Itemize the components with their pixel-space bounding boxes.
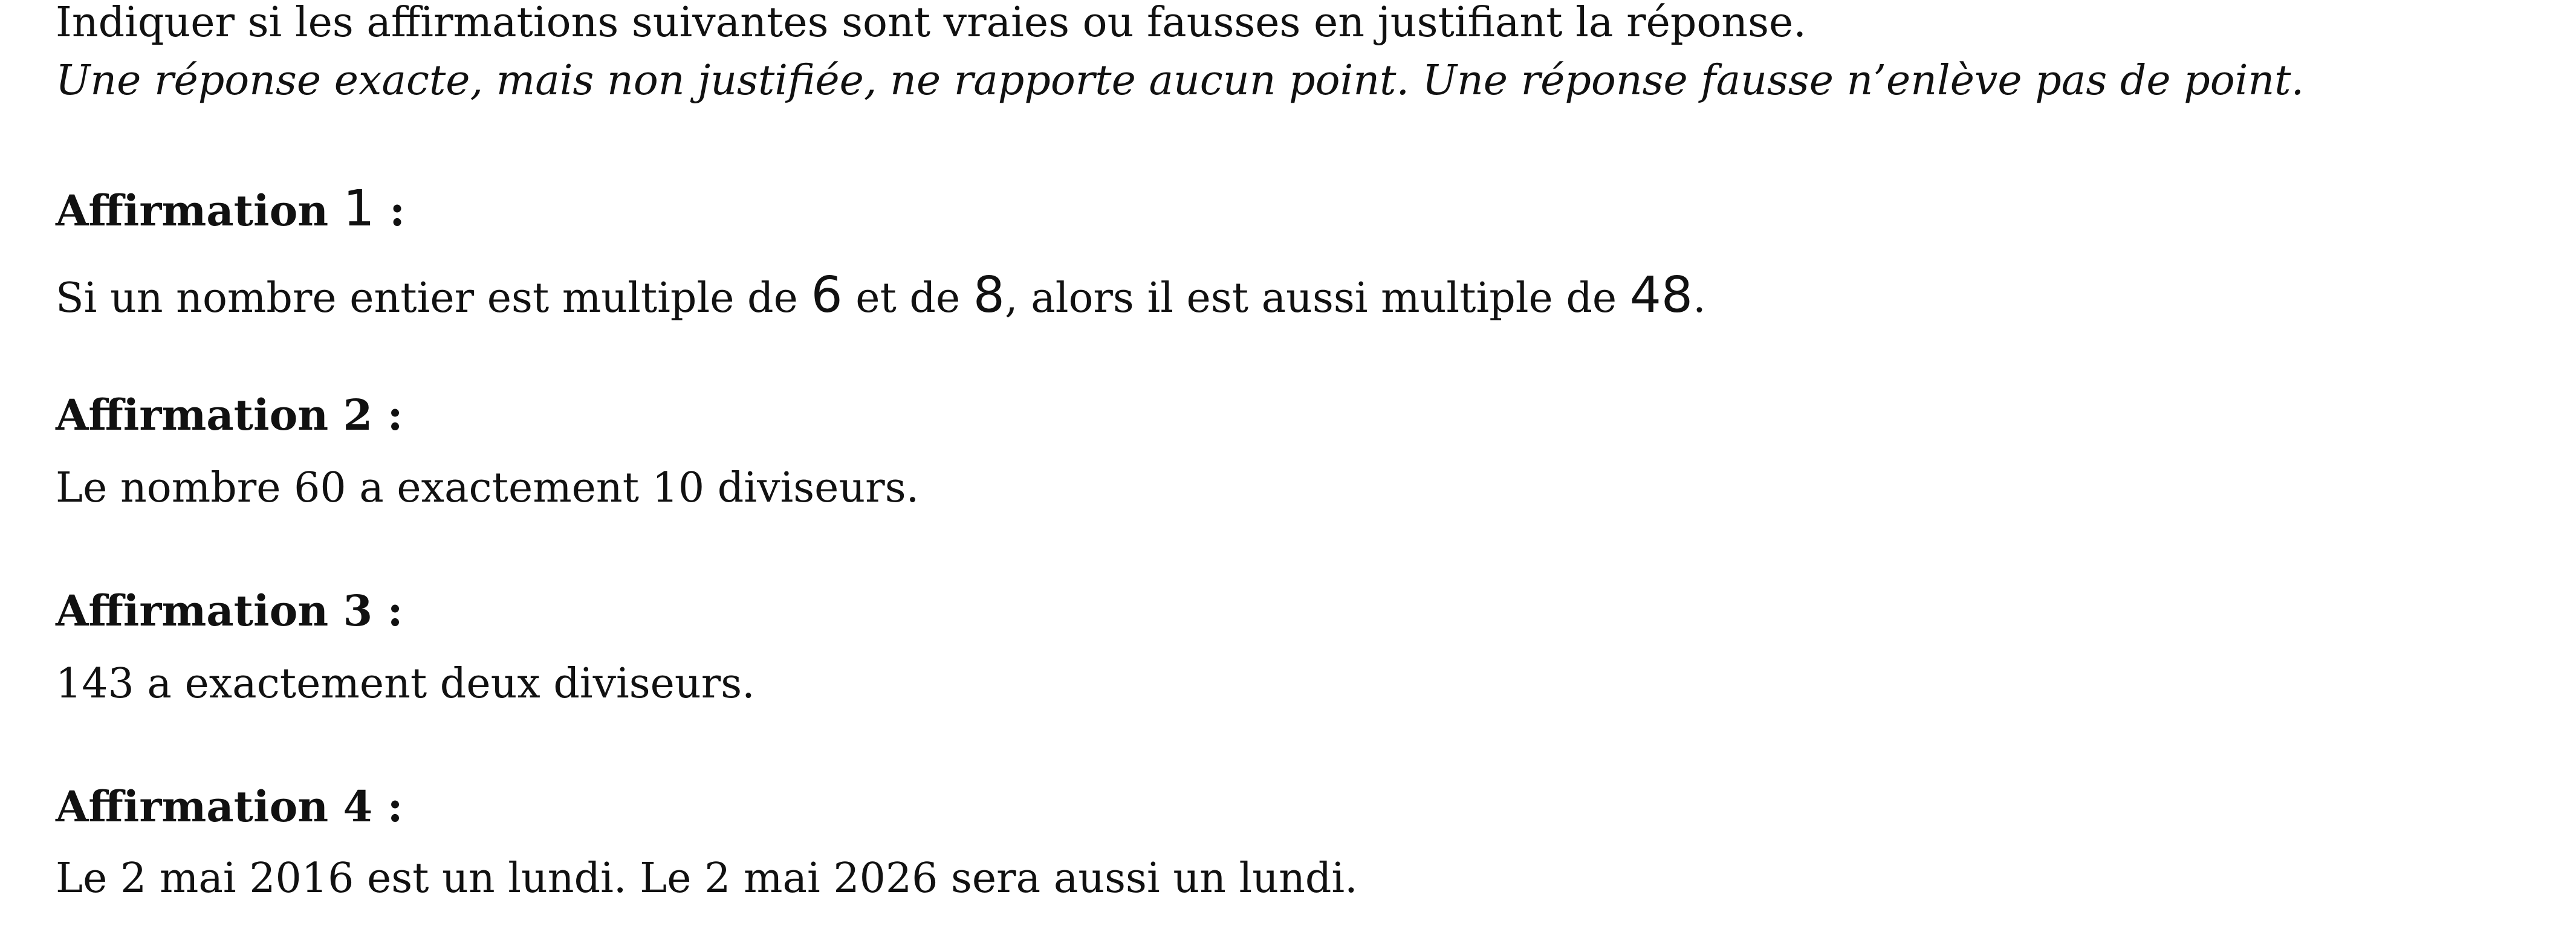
statement-1-number-8: 8 bbox=[973, 267, 1005, 324]
statement-1-text-b: et de bbox=[842, 274, 973, 322]
statement-1-number-6: 6 bbox=[811, 267, 843, 324]
affirmation-4-heading: Affirmation 4 : bbox=[56, 781, 403, 832]
affirmation-2-heading: Affirmation 2 : bbox=[56, 390, 403, 440]
instructions-text: Indiquer si les affirmations suivantes s… bbox=[56, 0, 1806, 47]
statement-1-number-48: 48 bbox=[1629, 267, 1693, 324]
statement-1-text-c: , alors il est aussi multiple de bbox=[1004, 274, 1630, 322]
affirmation-1-statement: Si un nombre entier est multiple de 6 et… bbox=[56, 271, 1706, 320]
document-page: Indiquer si les affirmations suivantes s… bbox=[0, 0, 2576, 941]
affirmation-1-label: Affirmation bbox=[56, 186, 343, 236]
statement-1-text-a: Si un nombre entier est multiple de bbox=[56, 274, 811, 322]
statement-1-text-d: . bbox=[1693, 274, 1706, 322]
affirmation-2-statement: Le nombre 60 a exactement 10 diviseurs. bbox=[56, 464, 920, 512]
affirmation-1-heading: Affirmation 1 : bbox=[56, 184, 405, 234]
grading-note: Une réponse exacte, mais non justifiée, … bbox=[56, 57, 2305, 105]
affirmation-1-colon: : bbox=[374, 186, 405, 236]
affirmation-3-heading: Affirmation 3 : bbox=[56, 586, 403, 636]
affirmation-1-number: 1 bbox=[343, 180, 375, 238]
affirmation-4-statement: Le 2 mai 2016 est un lundi. Le 2 mai 202… bbox=[56, 855, 1358, 902]
affirmation-3-statement: 143 a exactement deux diviseurs. bbox=[56, 660, 755, 708]
